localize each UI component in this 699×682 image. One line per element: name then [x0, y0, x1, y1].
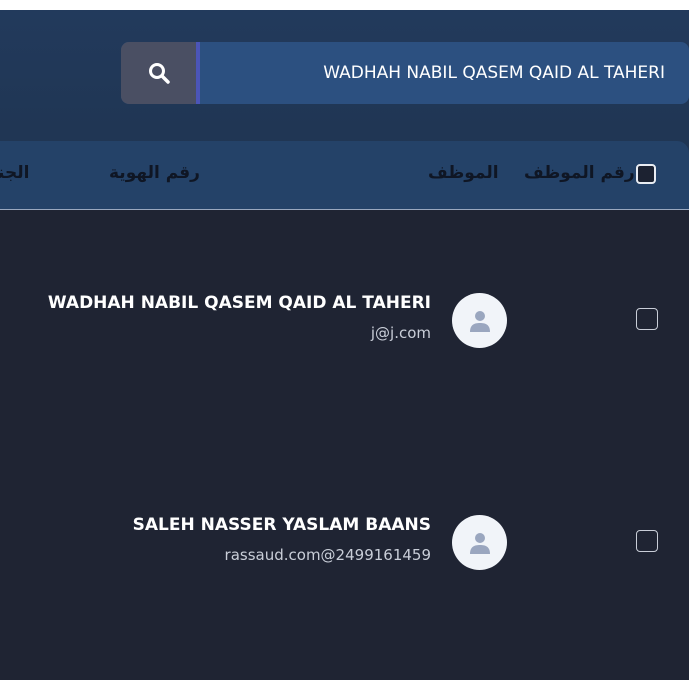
user-icon [469, 310, 490, 332]
column-header-employee[interactable]: الموظف [428, 163, 499, 183]
search-button[interactable] [121, 42, 200, 104]
employee-email: rassaud.com@2499161459 [224, 546, 431, 564]
avatar [452, 293, 507, 348]
employee-panel: الجنس رقم الهوية الموظف رقم الموظف WADHA… [0, 10, 689, 680]
search-box [121, 42, 689, 104]
search-icon [148, 63, 170, 84]
column-header-employee-number[interactable]: رقم الموظف [524, 163, 635, 183]
table-row[interactable]: SALEH NASSER YASLAM BAANS rassaud.com@24… [0, 482, 689, 602]
row-checkbox[interactable] [636, 308, 658, 330]
row-checkbox[interactable] [636, 530, 658, 552]
table-row[interactable]: WADHAH NABIL QASEM QAID AL TAHERI j@j.co… [0, 260, 689, 380]
employee-name: WADHAH NABIL QASEM QAID AL TAHERI [47, 293, 431, 313]
select-all-checkbox[interactable] [636, 164, 656, 184]
search-input[interactable] [200, 42, 689, 104]
column-header-id-number[interactable]: رقم الهوية [109, 163, 200, 183]
user-icon [469, 532, 490, 554]
avatar [452, 515, 507, 570]
table-header: الجنس رقم الهوية الموظف رقم الموظف [0, 141, 689, 210]
employee-name: SALEH NASSER YASLAM BAANS [132, 515, 431, 535]
column-header-gender[interactable]: الجنس [0, 163, 29, 183]
employee-email: j@j.com [370, 324, 431, 342]
